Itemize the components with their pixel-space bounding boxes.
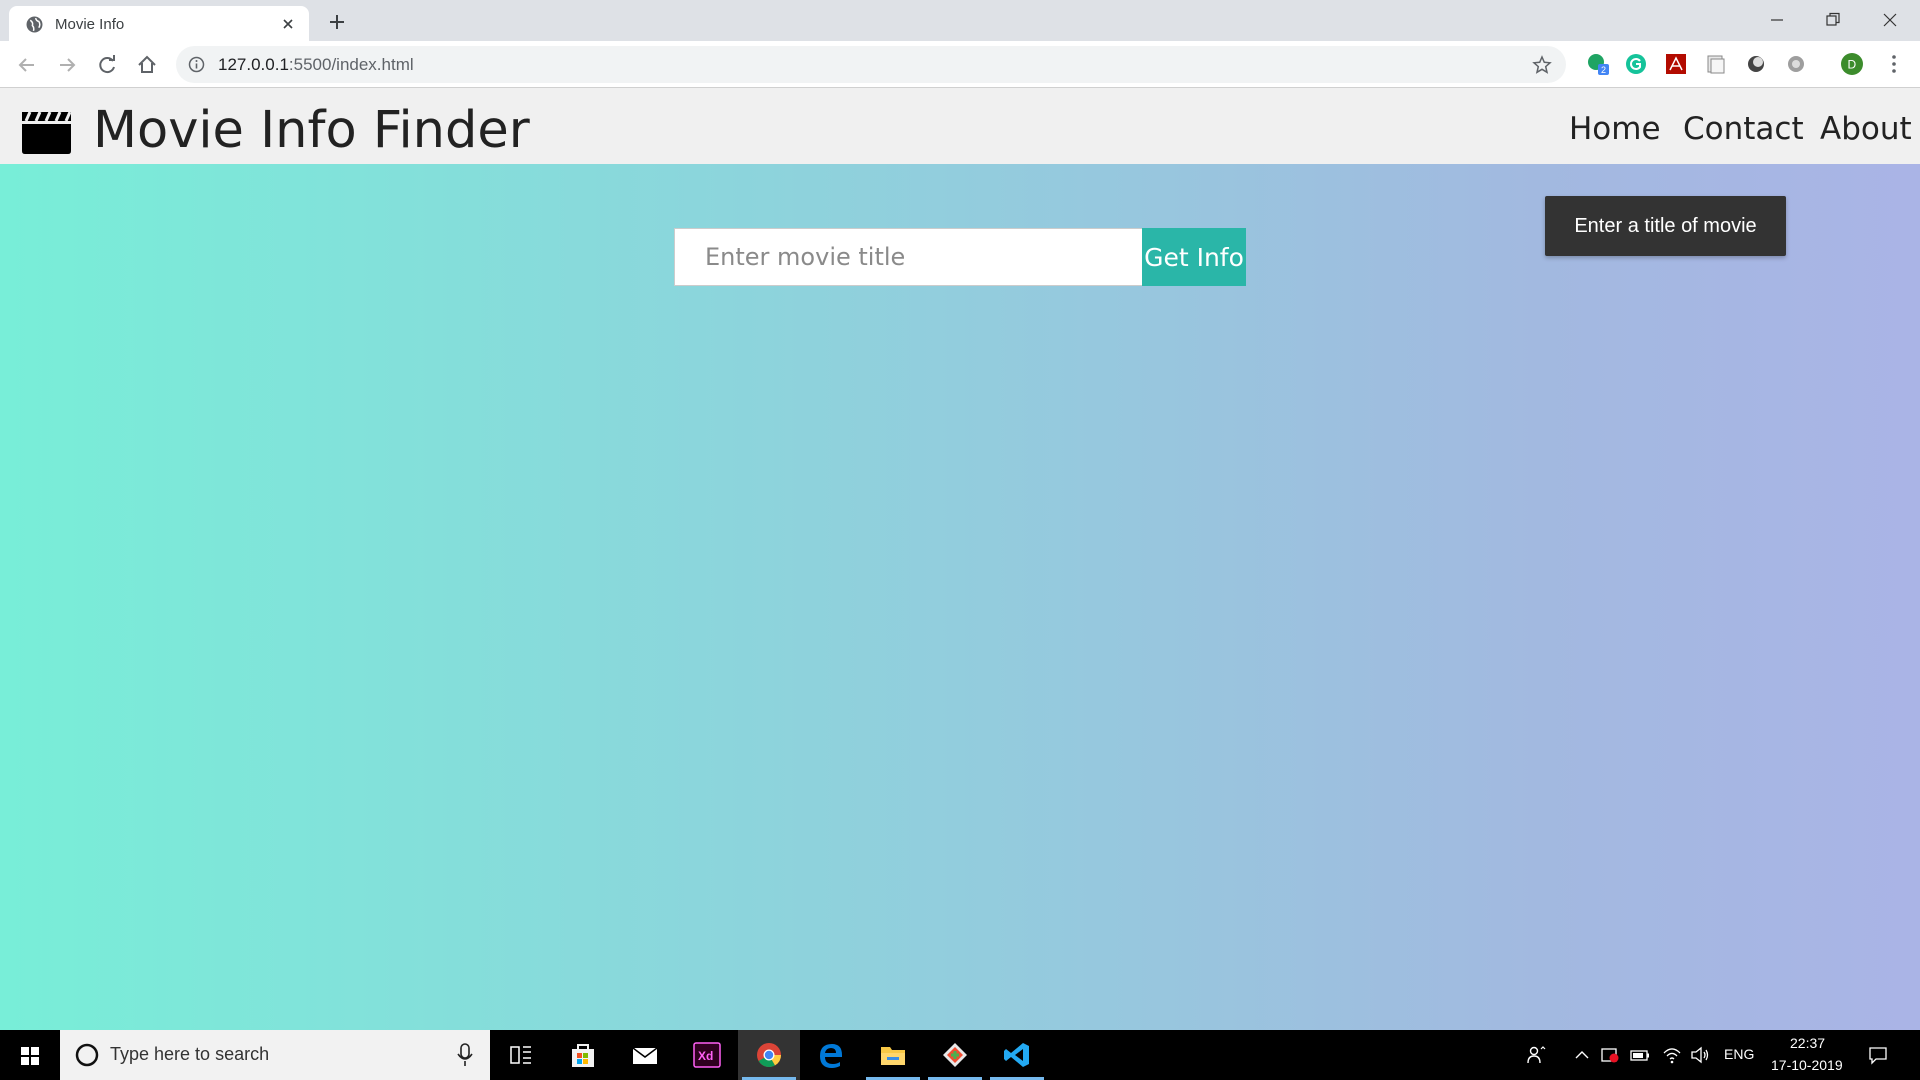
store-bag-icon [572, 1044, 594, 1067]
kebab-menu-icon[interactable] [1883, 53, 1905, 75]
clapperboard-icon [22, 111, 72, 154]
dark-mode-extension-icon[interactable] [1745, 53, 1767, 75]
notes-extension-icon[interactable] [1705, 53, 1727, 75]
extension-badge: 2 [1601, 65, 1606, 75]
git-diamond-icon [943, 1043, 967, 1067]
extension-green-dot-icon[interactable]: 2 [1587, 53, 1609, 75]
action-center-icon[interactable] [1868, 1045, 1888, 1065]
close-tab-icon[interactable] [279, 15, 297, 33]
forward-icon[interactable] [54, 52, 80, 78]
volume-icon[interactable] [1690, 1045, 1710, 1065]
task-view-button[interactable] [490, 1030, 552, 1080]
taskbar-adobe-xd[interactable]: Xd [676, 1030, 738, 1080]
clock-date[interactable]: 17-10-2019 [1771, 1057, 1843, 1073]
validation-toast: Enter a title of movie [1545, 196, 1786, 256]
browser-tab[interactable]: Movie Info [9, 6, 309, 41]
restore-button[interactable] [1808, 4, 1858, 36]
wifi-icon[interactable] [1662, 1045, 1682, 1065]
taskbar-chrome[interactable] [738, 1030, 800, 1080]
battery-icon[interactable] [1630, 1045, 1650, 1065]
security-alert-icon[interactable] [1600, 1045, 1620, 1065]
taskbar-search-box[interactable]: Type here to search [60, 1030, 490, 1080]
taskbar-search-placeholder: Type here to search [110, 1044, 270, 1064]
taskbar-vscode[interactable] [986, 1030, 1048, 1080]
people-icon[interactable] [1526, 1045, 1546, 1065]
taskbar-file-explorer[interactable] [862, 1030, 924, 1080]
site-title: Movie Info Finder [93, 101, 530, 160]
clock-time[interactable]: 22:37 [1790, 1035, 1825, 1051]
new-tab-icon[interactable] [325, 10, 349, 34]
bookmark-star-icon[interactable] [1532, 55, 1552, 75]
microphone-icon[interactable] [455, 1042, 475, 1068]
chevron-up-icon[interactable] [1572, 1045, 1592, 1065]
language-indicator[interactable]: ENG [1724, 1046, 1754, 1062]
grammarly-icon[interactable] [1625, 53, 1647, 75]
minimize-button[interactable] [1752, 4, 1802, 36]
url-text: 127.0.0.1:5500/index.html [218, 55, 414, 75]
taskbar-edge[interactable] [800, 1030, 862, 1080]
page-content: Movie Info Finder Home Contact About Get… [0, 88, 1920, 1030]
home-icon[interactable] [134, 52, 160, 78]
address-bar[interactable]: 127.0.0.1:5500/index.html [176, 46, 1566, 83]
tab-title: Movie Info [55, 16, 125, 33]
taskbar-store[interactable] [552, 1030, 614, 1080]
site-header: Movie Info Finder Home Contact About [0, 88, 1920, 164]
task-view-icon [510, 1046, 531, 1064]
folder-icon [881, 1047, 905, 1065]
pdf-extension-icon[interactable] [1665, 53, 1687, 75]
edge-icon [820, 1044, 842, 1068]
nav-home-link[interactable]: Home [1569, 111, 1661, 147]
tab-strip: Movie Info [0, 0, 1920, 41]
chrome-icon [757, 1043, 781, 1068]
minimize-icon [1771, 19, 1783, 21]
windows-taskbar: Type here to search Xd ENG 22:37 17-10-2… [0, 1030, 1920, 1080]
url-path: :5500/index.html [288, 55, 414, 74]
restore-icon [1826, 12, 1840, 26]
cortana-circle-icon [75, 1043, 99, 1067]
profile-initial: D [1848, 58, 1857, 72]
nav-about-link[interactable]: About [1820, 111, 1912, 147]
get-info-button[interactable]: Get Info [1142, 228, 1246, 286]
start-button[interactable] [0, 1030, 60, 1080]
gear-extension-icon[interactable] [1785, 53, 1807, 75]
svg-text:Xd: Xd [698, 1049, 713, 1063]
windows-logo-icon [21, 1047, 39, 1065]
reload-icon[interactable] [94, 52, 120, 78]
nav-contact-link[interactable]: Contact [1683, 111, 1804, 147]
globe-icon [26, 16, 43, 33]
site-info-icon[interactable] [188, 56, 205, 73]
back-icon[interactable] [14, 52, 40, 78]
adobe-xd-icon: Xd [693, 1042, 721, 1068]
movie-title-input[interactable] [674, 228, 1143, 286]
url-host: 127.0.0.1 [218, 55, 289, 74]
vscode-icon [1004, 1043, 1029, 1067]
mail-envelope-icon [632, 1047, 658, 1064]
close-window-button[interactable] [1865, 4, 1915, 36]
taskbar-mail[interactable] [614, 1030, 676, 1080]
close-icon [1883, 13, 1897, 27]
browser-toolbar: 127.0.0.1:5500/index.html 2 D [0, 41, 1920, 88]
taskbar-git-app[interactable] [924, 1030, 986, 1080]
profile-avatar[interactable]: D [1841, 53, 1863, 75]
